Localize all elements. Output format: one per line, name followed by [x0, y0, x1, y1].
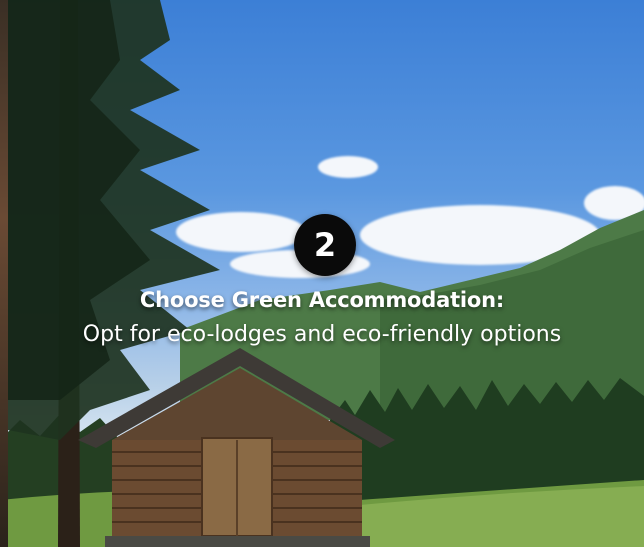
step-number: 2 [313, 226, 337, 264]
left-edge-strip [0, 0, 8, 547]
step-number-badge: 2 [294, 214, 356, 276]
video-frame: 2 Choose Green Accommodation: Opt for ec… [0, 0, 644, 547]
cabin-base [105, 536, 370, 547]
caption-title: Choose Green Accommodation: [139, 288, 505, 312]
caption-subtitle: Opt for eco-lodges and eco-friendly opti… [82, 322, 562, 347]
